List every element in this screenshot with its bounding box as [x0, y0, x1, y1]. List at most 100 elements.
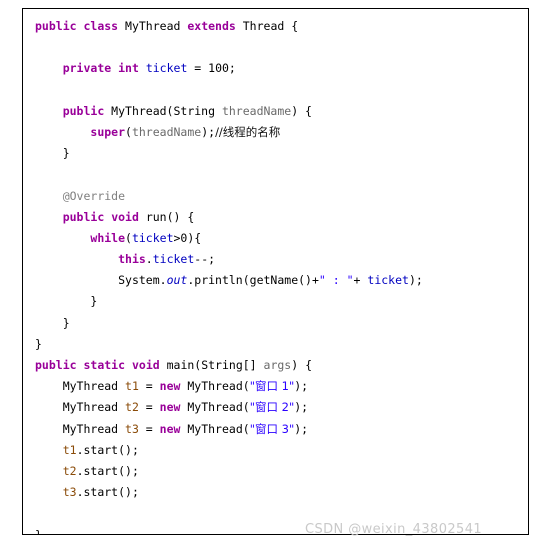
code-line: public class MyThread extends Thread {: [23, 16, 528, 37]
code-token-field: ticket: [131, 230, 174, 245]
code-token-keyword: static: [83, 358, 126, 372]
code-line: public MyThread(String threadName) {: [23, 101, 528, 122]
code-block-frame: public class MyThread extends Thread { p…: [22, 8, 529, 535]
code-line: t1.start();: [23, 440, 528, 461]
code-token-keyword: this: [118, 252, 146, 267]
code-line: this.ticket--;: [23, 249, 528, 270]
code-token-field: ticket: [152, 252, 195, 267]
code-token-plain: );: [294, 379, 309, 394]
code-token-keyword: new: [159, 400, 181, 415]
code-line: MyThread t2 = new MyThread("窗口 2");: [23, 397, 528, 418]
code-token-plain: --;: [194, 252, 216, 267]
code-token-string: " : ": [318, 273, 354, 288]
code-line: while(ticket>0){: [23, 228, 528, 249]
code-token-plain: Thread {: [235, 19, 299, 33]
code-token-keyword: public: [35, 19, 77, 33]
csdn-watermark: CSDN @weixin_43802541: [305, 522, 483, 537]
code-line: public static void main(String[] args) {: [23, 355, 528, 376]
code-token-local: t3: [62, 485, 77, 500]
code-token-string: "窗口 1": [249, 379, 295, 394]
code-token-local: t2: [62, 463, 77, 478]
code-token-static: out: [166, 273, 188, 288]
code-line: }: [23, 291, 528, 312]
code-token-plain: run() {: [138, 209, 195, 224]
code-token-plain: );: [201, 124, 216, 139]
code-token-plain: .start();: [76, 463, 139, 478]
code-token-plain: MyThread(: [180, 379, 250, 394]
code-token-annot: @Override: [62, 188, 126, 203]
code-token-plain: .start();: [76, 442, 139, 457]
code-token-keyword: void: [131, 358, 160, 372]
code-token-local: t1: [62, 442, 77, 457]
code-line: public void run() {: [23, 207, 528, 228]
code-token-plain: (: [125, 124, 132, 139]
code-line: System.out.println(getName()+" : "+ tick…: [23, 270, 528, 291]
code-token-plain: main(String[]: [159, 358, 264, 372]
code-line: MyThread t3 = new MyThread("窗口 3");: [23, 419, 528, 440]
code-token-plain: .: [145, 252, 153, 267]
code-token-plain: MyThread: [118, 19, 188, 33]
code-token-plain: MyThread(: [180, 421, 250, 436]
code-line: MyThread t1 = new MyThread("窗口 1");: [23, 376, 528, 397]
code-token-plain: }: [62, 146, 70, 161]
code-line: }: [23, 334, 528, 355]
code-token-param: threadName: [221, 103, 292, 118]
code-token-keyword: public: [62, 209, 105, 224]
code-token-local: t2: [125, 400, 139, 415]
code-line: private int ticket = 100;: [23, 58, 528, 79]
code-token-local: t3: [125, 421, 139, 436]
code-line: }: [23, 313, 528, 334]
code-line: t2.start();: [23, 461, 528, 482]
code-line: super(threadName);//线程的名称: [23, 122, 528, 143]
code-token-plain: MyThread: [62, 400, 126, 415]
code-token-plain: MyThread(: [180, 400, 250, 415]
code-token-field: ticket: [367, 273, 409, 288]
code-token-keyword: super: [90, 124, 126, 139]
code-token-plain: = 100;: [187, 61, 236, 76]
code-token-keyword: int: [118, 61, 139, 76]
code-token-keyword: void: [111, 209, 139, 224]
code-token-plain: MyThread: [62, 421, 126, 436]
code-token-keyword: extends: [187, 19, 236, 33]
code-line: }: [23, 143, 528, 164]
code-token-plain: System.: [118, 273, 167, 288]
code-token-plain: }: [35, 336, 42, 351]
code-token-plain: ) {: [291, 358, 313, 372]
code-token-plain: );: [408, 273, 423, 288]
code-token-param: args: [263, 358, 292, 372]
code-token-plain: =: [138, 421, 160, 436]
code-token-keyword: public: [62, 103, 105, 118]
code-token-plain: +: [353, 273, 368, 288]
code-token-plain: .start();: [76, 485, 139, 500]
code-token-param: threadName: [131, 124, 202, 139]
code-token-plain: (: [125, 230, 132, 245]
code-token-plain: }: [35, 527, 42, 535]
code-token-plain: =: [138, 400, 160, 415]
code-token-plain: }: [62, 315, 70, 330]
code-token-field: ticket: [145, 61, 188, 76]
code-token-local: t1: [125, 379, 139, 394]
code-token-plain: >0){: [173, 230, 202, 245]
code-line: t3.start();: [23, 482, 528, 503]
code-token-keyword: class: [83, 19, 119, 33]
code-token-keyword: while: [90, 230, 126, 245]
code-line: @Override: [23, 186, 528, 207]
code-token-plain: }: [90, 294, 98, 309]
code-token-plain: ) {: [291, 103, 312, 118]
code-token-plain: );: [294, 421, 309, 436]
code-token-string: "窗口 3": [249, 421, 295, 436]
code-listing: public class MyThread extends Thread { p…: [23, 9, 528, 535]
code-token-plain: );: [294, 400, 309, 415]
code-token-string: "窗口 2": [249, 400, 295, 415]
code-token-keyword: new: [159, 421, 181, 436]
code-token-plain: MyThread(String: [104, 103, 222, 118]
code-token-plain: .println(getName()+: [187, 273, 319, 288]
code-token-keyword: private: [62, 61, 112, 76]
code-token-plain: MyThread: [62, 379, 126, 394]
code-token-keyword: public: [35, 358, 77, 372]
